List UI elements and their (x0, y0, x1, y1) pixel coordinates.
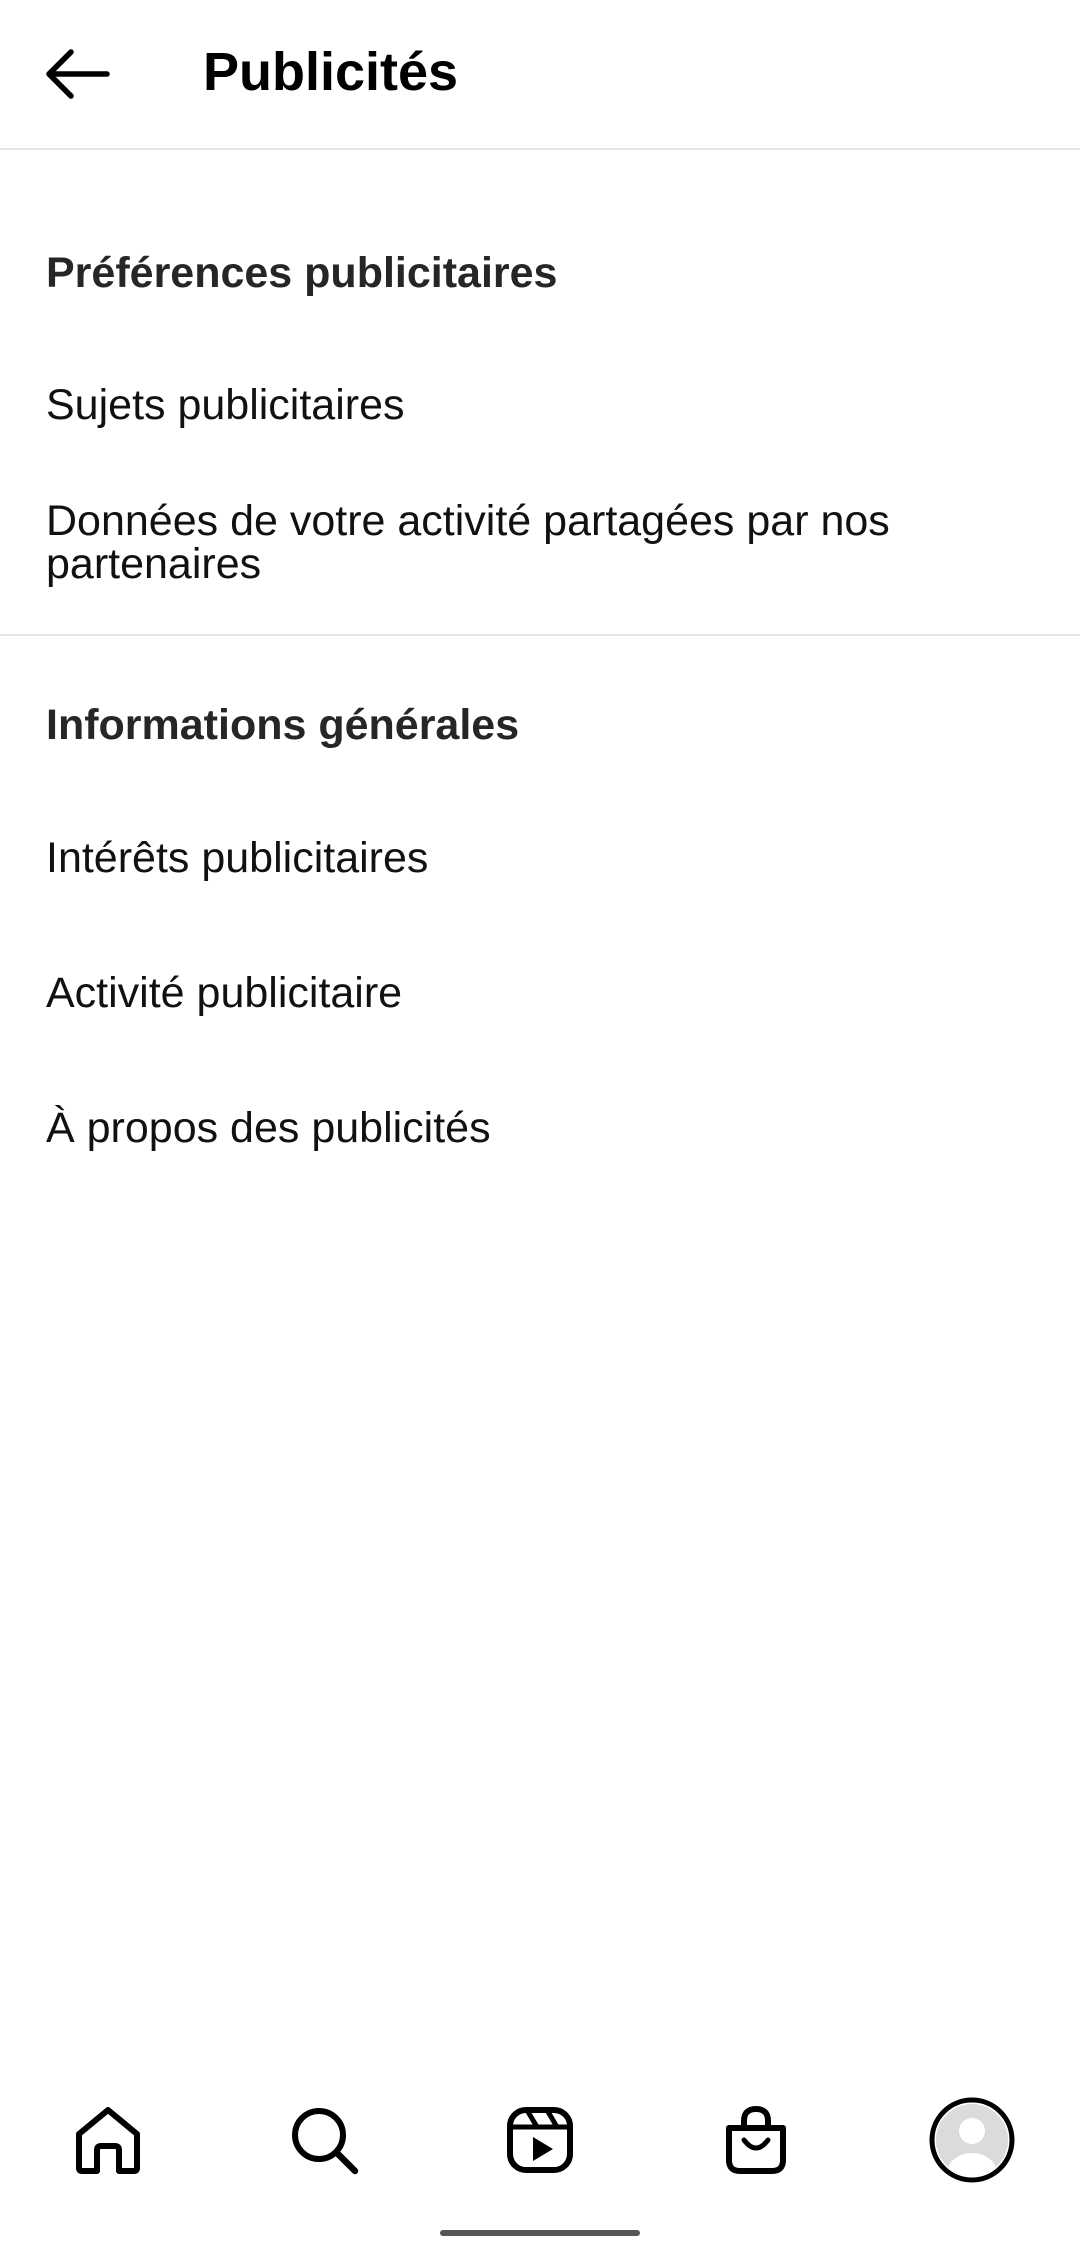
home-icon (76, 2107, 140, 2174)
menu-item-donnees-partenaires[interactable]: Données de votre activité partagées par … (0, 478, 1080, 618)
menu-item-a-propos-publicites[interactable]: À propos des publicités (0, 1085, 1080, 1181)
menu-item-interets-publicitaires[interactable]: Intérêts publicitaires (0, 815, 1080, 911)
menu-item-label: Sujets publicitaires (46, 381, 405, 429)
nav-reels[interactable] (480, 2080, 600, 2200)
menu-item-sujets-publicitaires[interactable]: Sujets publicitaires (0, 362, 1080, 458)
reels-icon (507, 2107, 573, 2173)
menu-item-label: À propos des publicités (46, 1104, 491, 1152)
nav-shop[interactable] (696, 2080, 816, 2200)
home-indicator (440, 2230, 640, 2236)
nav-profile[interactable] (912, 2080, 1032, 2200)
nav-home[interactable] (48, 2080, 168, 2200)
menu-item-label: Activité publicitaire (46, 969, 403, 1017)
menu-item-label: Intérêts publicitaires (46, 834, 429, 882)
shop-icon (726, 2105, 786, 2174)
section-header-informations: Informations générales (46, 701, 520, 749)
section-header-preferences: Préférences publicitaires (46, 249, 558, 297)
back-button[interactable] (30, 34, 126, 114)
top-app-bar: Publicités (0, 0, 1080, 150)
menu-item-label: Données de votre activité partagées par … (46, 497, 890, 588)
menu-item-activite-publicitaire[interactable]: Activité publicitaire (0, 950, 1080, 1046)
profile-avatar-icon (929, 2097, 1015, 2183)
nav-search[interactable] (264, 2080, 384, 2200)
bottom-navigation-bar (0, 2080, 1080, 2200)
search-icon (292, 2108, 359, 2175)
section-divider (0, 634, 1080, 636)
page-title: Publicités (203, 42, 459, 102)
arrow-left-icon (46, 49, 110, 99)
